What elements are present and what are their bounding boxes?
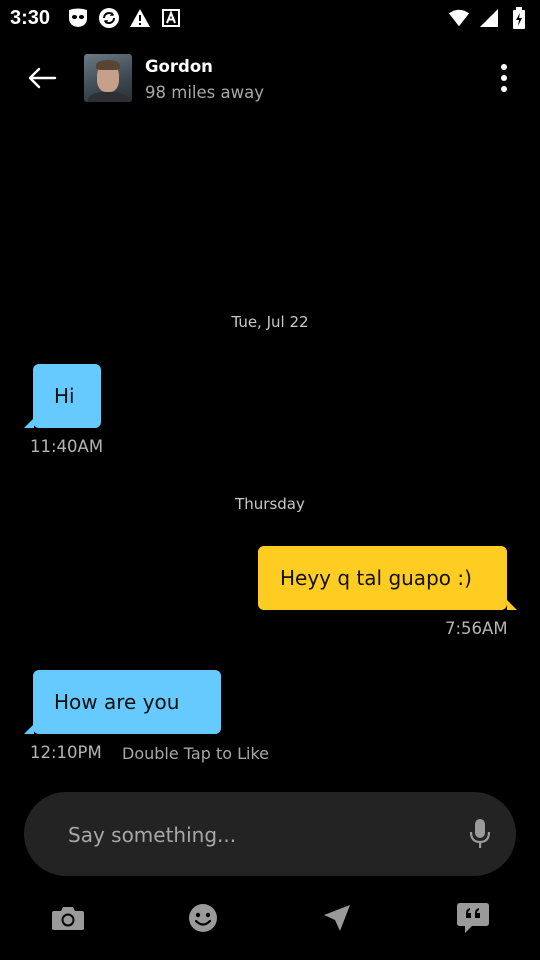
battery-icon [508, 7, 530, 29]
arrow-back-icon [28, 67, 57, 89]
message-text: Hi [54, 384, 75, 408]
message-text: Heyy q tal guapo :) [280, 566, 472, 590]
location-arrow-icon [324, 905, 350, 931]
notification-icons [67, 7, 182, 29]
signal-icon [478, 7, 500, 29]
message-text: How are you [54, 690, 180, 714]
send-location-button[interactable] [317, 900, 357, 936]
double-tap-hint: Double Tap to Like [122, 744, 269, 763]
warning-icon [129, 7, 151, 29]
status-time: 3:30 [10, 6, 51, 29]
camera-button[interactable] [48, 900, 88, 936]
emoji-button[interactable] [183, 900, 223, 936]
message-bubble[interactable]: How are you [33, 670, 221, 734]
message-time: 7:56AM [445, 619, 508, 638]
back-button[interactable] [24, 60, 60, 96]
more-vert-icon [501, 64, 507, 92]
status-bar: 3:30 [0, 0, 540, 36]
date-separator: Tue, Jul 22 [231, 313, 309, 331]
message-input[interactable] [66, 814, 450, 856]
more-options-button[interactable] [488, 60, 520, 96]
system-icons [448, 7, 530, 29]
date-separator: Thursday [235, 495, 305, 513]
avatar-hair [96, 60, 120, 70]
avatar-shirt [88, 92, 128, 102]
message-composer [24, 792, 516, 876]
mic-icon [469, 819, 491, 848]
camera-icon [52, 907, 84, 930]
chat-header: Gordon 98 miles away [0, 50, 540, 106]
sync-icon [98, 7, 120, 29]
message-time: 11:40AM [30, 437, 104, 456]
a-box-icon [160, 7, 182, 29]
bubble-tail [24, 724, 34, 734]
message-bubble[interactable]: Heyy q tal guapo :) [258, 546, 507, 610]
bubble-tail [24, 418, 34, 428]
bubble-tail [507, 600, 517, 610]
message-bubble[interactable]: Hi [33, 364, 101, 428]
avatar[interactable] [84, 54, 132, 102]
contact-name[interactable]: Gordon [145, 57, 213, 76]
voice-message-button[interactable] [464, 816, 496, 852]
wifi-icon [448, 7, 470, 29]
message-time: 12:10PM [30, 743, 102, 762]
chat-actions-bar [0, 896, 540, 940]
emoji-icon [189, 904, 217, 932]
grindr-mask-icon [67, 7, 89, 29]
saved-phrases-icon [457, 903, 489, 933]
contact-distance: 98 miles away [145, 83, 264, 102]
saved-phrases-button[interactable] [453, 900, 493, 936]
